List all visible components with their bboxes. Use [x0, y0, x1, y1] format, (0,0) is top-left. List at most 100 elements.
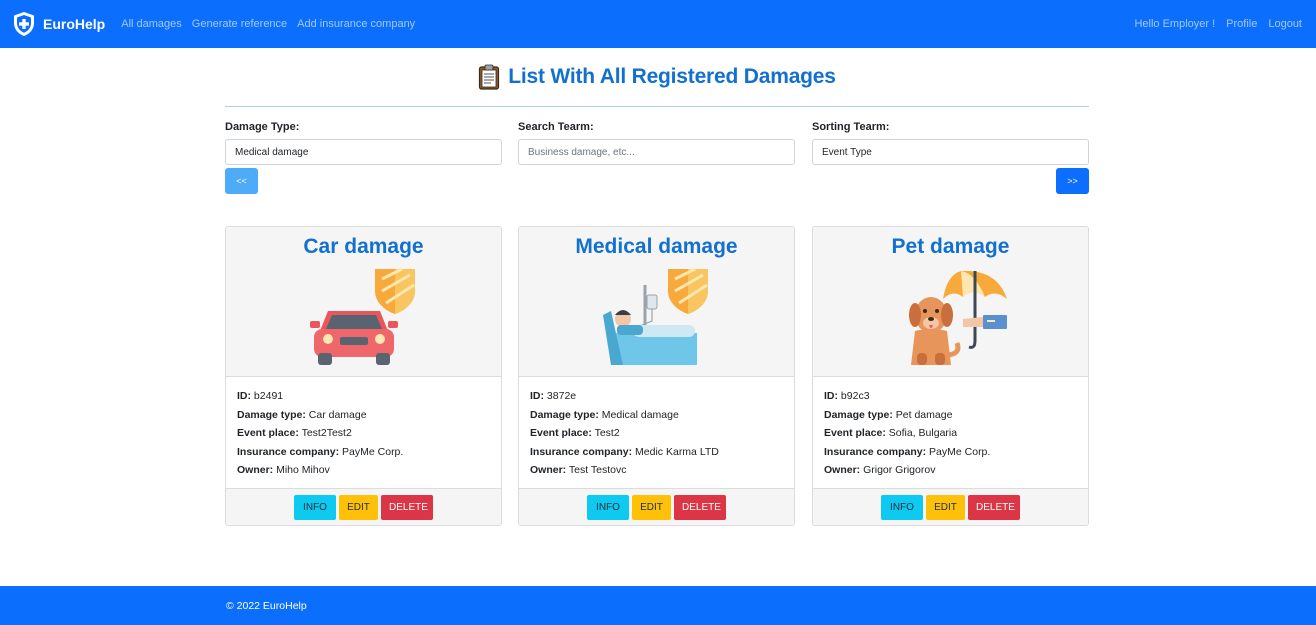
nav-right: Hello Employer ! Profile Logout	[1123, 0, 1302, 48]
id-value: b92c3	[840, 390, 870, 402]
id-label: ID:	[530, 390, 544, 402]
damage-card: Car damage ID: b2491 Damage type: Car da…	[225, 226, 502, 526]
insurance-company-label: Insurance company:	[824, 445, 927, 458]
info-id: ID: 3872e	[530, 387, 783, 406]
event-place-label: Event place:	[237, 427, 299, 439]
next-page-button[interactable]: >>	[1056, 168, 1089, 194]
navbar: EuroHelp All damages Generate reference …	[0, 0, 1316, 48]
delete-button[interactable]: DELETE	[674, 494, 726, 520]
sorting-label: Sorting Tearm:	[812, 121, 890, 133]
card-title: Medical damage	[575, 235, 738, 258]
info-id: ID: b2491	[237, 387, 490, 406]
info-damage-type: Damage type: Medical damage	[530, 406, 783, 425]
dog-umbrella-icon	[909, 270, 1007, 365]
info-button[interactable]: INFO	[294, 494, 336, 520]
card-header: Car damage	[226, 227, 501, 377]
edit-button[interactable]: EDIT	[632, 494, 671, 520]
sorting-input[interactable]	[812, 139, 1089, 165]
info-button[interactable]: INFO	[881, 494, 923, 520]
sorting-filter: Sorting Tearm:	[812, 121, 1089, 165]
damage-card: Pet damage ID: b92c3 Damage type: Pet da…	[812, 226, 1089, 526]
nav-link-generate-reference[interactable]: Generate reference	[192, 18, 287, 30]
nav-link-add-insurance-company[interactable]: Add insurance company	[297, 18, 415, 30]
insurance-company-label: Insurance company:	[237, 445, 340, 458]
edit-button[interactable]: EDIT	[926, 494, 965, 520]
damage-card: Medical damage ID: 3872e Damage type: Me…	[518, 226, 795, 526]
greeting-link[interactable]: Hello Employer !	[1134, 18, 1215, 30]
damage-type-value: Medical damage	[601, 408, 679, 421]
info-event-place: Event place: Sofia, Bulgaria	[824, 424, 1077, 443]
insurance-company-value: PayMe Corp.	[929, 445, 991, 458]
info-owner: Owner: Test Testovc	[530, 461, 783, 480]
clipboard-icon	[479, 64, 500, 90]
profile-link[interactable]: Profile	[1226, 18, 1257, 30]
damage-type-label: Damage Type:	[225, 121, 300, 133]
search-input[interactable]	[518, 139, 795, 165]
delete-button[interactable]: DELETE	[968, 494, 1020, 520]
hospital-bed-shield-icon	[603, 267, 708, 365]
prev-page-button[interactable]: <<	[225, 168, 258, 194]
owner-value: Test Testovc	[568, 464, 627, 476]
page-title: List With All Registered Damages	[508, 65, 836, 88]
owner-label: Owner:	[237, 464, 274, 476]
title-row: List With All Registered Damages	[225, 48, 1089, 107]
footer-copyright: © 2022 EuroHelp	[226, 600, 307, 612]
search-filter: Search Tearm:	[518, 121, 795, 165]
damage-type-filter: Damage Type:	[225, 121, 502, 165]
event-place-value: Sofia, Bulgaria	[888, 427, 958, 439]
car-shield-icon	[310, 267, 415, 365]
search-label: Search Tearm:	[518, 121, 594, 133]
delete-button[interactable]: DELETE	[381, 494, 433, 520]
insurance-company-value: PayMe Corp.	[342, 445, 404, 458]
info-event-place: Event place: Test2	[530, 424, 783, 443]
damage-type-field-label: Damage type:	[530, 408, 599, 421]
damage-cards: Car damage ID: b2491 Damage type: Car da…	[225, 226, 1089, 526]
owner-label: Owner:	[824, 464, 861, 476]
info-button[interactable]: INFO	[587, 494, 629, 520]
logout-link[interactable]: Logout	[1268, 18, 1302, 30]
insurance-company-value: Medic Karma LTD	[635, 445, 719, 458]
info-damage-type: Damage type: Pet damage	[824, 406, 1077, 425]
id-value: 3872e	[546, 390, 577, 402]
id-value: b2491	[253, 390, 284, 402]
event-place-label: Event place:	[530, 427, 592, 439]
damage-type-value: Pet damage	[895, 408, 953, 421]
card-actions: INFO EDIT DELETE	[519, 488, 794, 525]
info-insurance-company: Insurance company: PayMe Corp.	[824, 443, 1077, 462]
brand-name: EuroHelp	[43, 16, 106, 32]
event-place-value: Test2	[594, 427, 620, 439]
damage-type-field-label: Damage type:	[824, 408, 893, 421]
damage-type-input[interactable]	[225, 139, 502, 165]
damage-type-value: Car damage	[308, 408, 367, 421]
info-event-place: Event place: Test2Test2	[237, 424, 490, 443]
info-insurance-company: Insurance company: PayMe Corp.	[237, 443, 490, 462]
damage-type-field-label: Damage type:	[237, 408, 306, 421]
edit-button[interactable]: EDIT	[339, 494, 378, 520]
insurance-company-label: Insurance company:	[530, 445, 633, 458]
event-place-value: Test2Test2	[301, 427, 352, 439]
card-body: ID: 3872e Damage type: Medical damage Ev…	[519, 377, 794, 490]
owner-label: Owner:	[530, 464, 567, 476]
owner-value: Miho Mihov	[276, 464, 330, 476]
card-actions: INFO EDIT DELETE	[226, 488, 501, 525]
event-place-label: Event place:	[824, 427, 886, 439]
info-insurance-company: Insurance company: Medic Karma LTD	[530, 443, 783, 462]
card-body: ID: b92c3 Damage type: Pet damage Event …	[813, 377, 1088, 490]
card-title: Pet damage	[891, 235, 1010, 258]
nav-link-all-damages[interactable]: All damages	[121, 18, 182, 30]
shield-plus-icon	[14, 12, 34, 36]
info-damage-type: Damage type: Car damage	[237, 406, 490, 425]
id-label: ID:	[824, 390, 838, 402]
brand[interactable]: EuroHelp	[12, 11, 105, 37]
nav-links: All damages Generate reference Add insur…	[121, 18, 425, 30]
id-label: ID:	[237, 390, 251, 402]
card-header: Pet damage	[813, 227, 1088, 377]
info-id: ID: b92c3	[824, 387, 1077, 406]
card-body: ID: b2491 Damage type: Car damage Event …	[226, 377, 501, 490]
card-title: Car damage	[303, 235, 424, 258]
filters: Damage Type: Search Tearm: Sorting Tearm…	[225, 121, 1089, 165]
owner-value: Grigor Grigorov	[863, 464, 936, 476]
page: EuroHelp All damages Generate reference …	[0, 0, 1316, 625]
card-actions: INFO EDIT DELETE	[813, 488, 1088, 525]
main-content: List With All Registered Damages Damage …	[225, 48, 1089, 526]
